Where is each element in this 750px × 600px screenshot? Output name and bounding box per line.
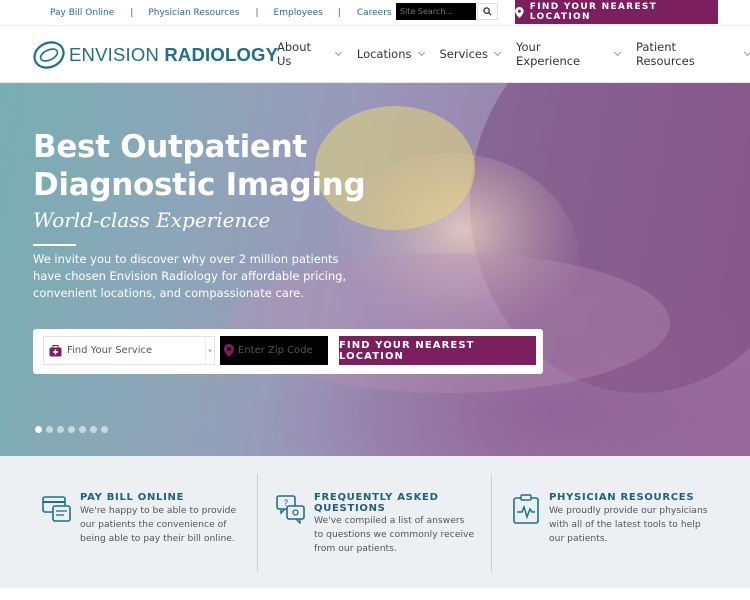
feature-physician-resources[interactable]: PHYSICIAN RESOURCES We proudly provide o… (511, 474, 711, 572)
hero-banner: Best Outpatient Diagnostic Imaging World-… (0, 83, 750, 456)
carousel-dot[interactable] (57, 426, 64, 433)
chevron-down-icon: ▾ (205, 337, 214, 364)
feature-text-line: We proudly provide our physicians (549, 505, 708, 516)
logo-wordmark: ENVISION RADIOLOGY (69, 44, 278, 66)
carousel-dot[interactable] (46, 426, 53, 433)
map-pin-icon (224, 344, 234, 357)
logo-mark-icon (33, 41, 65, 69)
feature-faq[interactable]: ? FREQUENTLY ASKED QUESTIONS We've compil… (276, 474, 476, 572)
find-location-header-label: FIND YOUR NEAREST LOCATION (529, 2, 658, 22)
site-search-button[interactable] (477, 3, 498, 20)
utility-bar: Pay Bill Online | Physician Resources | … (0, 0, 750, 25)
map-pin-icon (515, 6, 524, 18)
feature-text-line: being able to pay their bill online. (80, 533, 235, 544)
hero-tagline: World-class Experience (33, 208, 271, 232)
feature-text-line: We've compiled a list of answers (314, 515, 465, 526)
carousel-dot[interactable] (90, 426, 97, 433)
location-finder: Find Your Service ▾ Enter Zip Code FIND … (33, 329, 543, 374)
feature-text-line: to questions we commonly receive (314, 529, 475, 540)
nav-label: About Us (277, 40, 312, 68)
carousel-dots (35, 426, 108, 433)
feature-pay-bill[interactable]: PAY BILL ONLINE We're happy to be able t… (42, 474, 242, 572)
zip-code-input[interactable]: Enter Zip Code (220, 336, 328, 365)
faq-chat-icon: ? (276, 495, 305, 524)
nav-label: Your Experience (516, 40, 581, 68)
hero-title-line2: Diagnostic Imaging (33, 167, 366, 203)
feature-title: PAY BILL ONLINE (80, 492, 185, 503)
feature-text-line: our patients the convenience of (80, 519, 227, 530)
feature-title: FREQUENTLY ASKED QUESTIONS (314, 492, 439, 514)
hero-title: Best Outpatient Diagnostic Imaging (33, 128, 373, 204)
feature-text-line: our patients. (549, 533, 608, 544)
carousel-dot[interactable] (101, 426, 108, 433)
service-select[interactable]: Find Your Service ▾ (43, 336, 215, 365)
utility-link-pay-bill[interactable]: Pay Bill Online (50, 8, 114, 18)
main-navigation: ENVISION RADIOLOGY About Us Locations Se… (0, 25, 750, 83)
chevron-down-icon (334, 48, 342, 57)
page-bottom (0, 588, 750, 600)
service-select-placeholder: Find Your Service (67, 345, 153, 356)
logo[interactable]: ENVISION RADIOLOGY (32, 40, 278, 70)
site-search-input[interactable] (396, 3, 476, 20)
nav-item-your-experience[interactable]: Your Experience (516, 40, 622, 68)
chevron-down-icon (613, 48, 622, 57)
feature-text-line: We're happy to be able to provide (80, 505, 237, 516)
separator: | (130, 7, 134, 18)
find-location-header-button[interactable]: FIND YOUR NEAREST LOCATION (515, 0, 718, 24)
divider (491, 474, 492, 572)
nav-label: Patient Resources (635, 40, 695, 68)
utility-links: Pay Bill Online | Physician Resources | … (38, 0, 429, 25)
medical-bag-icon (49, 344, 62, 356)
hero-intro-text: We invite you to discover why over 2 mil… (33, 252, 347, 300)
feature-title: PHYSICIAN RESOURCES (549, 492, 695, 503)
feature-title-line: QUESTIONS (314, 503, 386, 514)
nav-label: Services (439, 47, 489, 61)
logo-word-radiology: RADIOLOGY (164, 44, 279, 65)
search-icon (483, 7, 492, 16)
utility-link-physician-resources[interactable]: Physician Resources (148, 8, 239, 18)
nav-item-locations[interactable]: Locations (356, 47, 425, 61)
zip-code-placeholder: Enter Zip Code (238, 345, 313, 356)
nav-label: Locations (356, 47, 412, 61)
divider (257, 474, 258, 572)
nav-item-patient-resources[interactable]: Patient Resources (636, 40, 750, 68)
nav-item-services[interactable]: Services (439, 47, 502, 61)
separator: | (337, 7, 341, 18)
chevron-down-icon (417, 48, 425, 57)
carousel-dot[interactable] (35, 426, 42, 433)
logo-word-envision: ENVISION (69, 44, 160, 65)
separator: | (255, 7, 259, 18)
nav-menu: About Us Locations Services Your Experie… (277, 26, 750, 82)
carousel-dot[interactable] (79, 426, 86, 433)
clipboard-pulse-icon (513, 494, 539, 524)
utility-link-employees[interactable]: Employees (274, 8, 323, 18)
hero-divider (33, 244, 76, 246)
carousel-dot[interactable] (68, 426, 75, 433)
hero-title-line1: Best Outpatient (33, 129, 307, 165)
feature-title-line: FREQUENTLY ASKED (314, 492, 439, 503)
credit-card-icon (42, 496, 71, 522)
utility-link-careers[interactable]: Careers (357, 8, 392, 18)
chevron-down-icon (743, 48, 750, 57)
chevron-down-icon (493, 48, 502, 57)
feature-links: PAY BILL ONLINE We're happy to be able t… (0, 456, 750, 588)
find-location-button[interactable]: FIND YOUR NEAREST LOCATION (339, 336, 536, 365)
feature-text-line: with all of the latest tools to help (549, 519, 701, 530)
feature-text-line: from our patients. (314, 543, 397, 554)
site-search (396, 3, 498, 20)
nav-item-about-us[interactable]: About Us (277, 40, 342, 68)
